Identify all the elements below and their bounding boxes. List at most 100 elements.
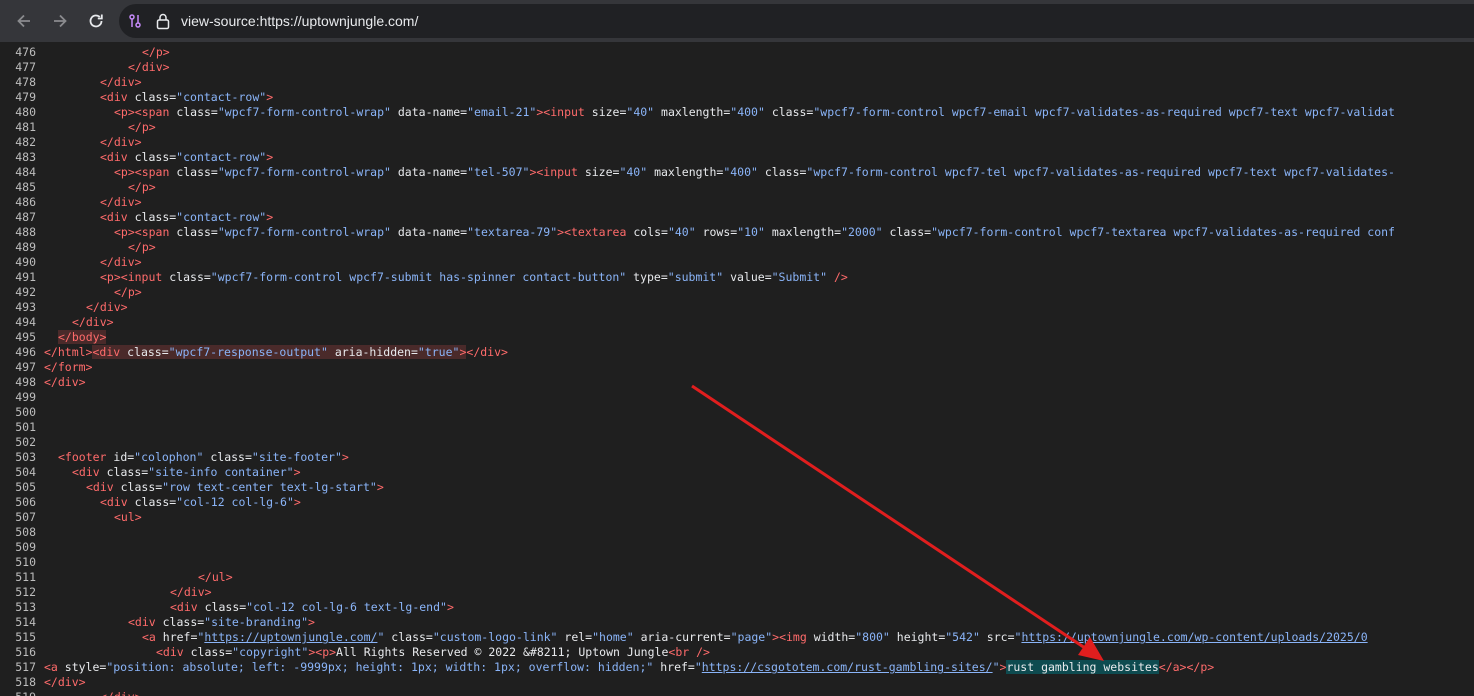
line-number: 507 (15, 510, 36, 524)
attr-value-token: "wpcf7-form-control-wrap" (217, 165, 398, 179)
code-line: <footer id="colophon" class="site-footer… (58, 450, 349, 465)
tag-token: <div (128, 615, 163, 629)
code-line: <p><span class="wpcf7-form-control-wrap"… (114, 105, 1395, 120)
address-bar[interactable]: view-source:https://uptownjungle.com/ (119, 4, 1474, 38)
attr-value-token: "position: absolute; left: -9999px; heig… (106, 660, 661, 674)
code-line: <a style="position: absolute; left: -999… (44, 660, 1214, 675)
attr-value-token: "40" (626, 105, 662, 119)
code-line: <div class="row text-center text-lg-star… (86, 480, 384, 495)
attr-name-token: data-name= (397, 165, 468, 179)
tag-token: </html> (44, 345, 93, 359)
line-number: 477 (15, 60, 36, 74)
attr-name-token: class= (106, 465, 149, 479)
browser-toolbar: view-source:https://uptownjungle.com/ (0, 0, 1474, 42)
code-line: </div> (86, 300, 128, 315)
attr-name-token: cols= (633, 225, 668, 239)
tag-token: <p><span (114, 225, 177, 239)
line-number: 514 (15, 615, 36, 629)
source-link[interactable]: https://uptownjungle.com/ (204, 630, 377, 644)
attr-value-token: "col-12 col-lg-6" (176, 495, 294, 509)
attr-name-token: maxlength= (654, 165, 724, 179)
attr-value-token: "email-21" (467, 105, 537, 119)
tag-token: </p> (114, 285, 142, 299)
code-line: </p> (142, 45, 170, 60)
attr-value-token: "site-branding" (204, 615, 309, 629)
code-line: </p> (128, 120, 156, 135)
source-link[interactable]: https://csgototem.com/rust-gambling-site… (702, 660, 993, 674)
line-number: 511 (15, 570, 36, 584)
attr-value-token: " (992, 660, 1000, 674)
attr-name-token: class= (391, 630, 433, 644)
tag-token: <div (170, 600, 205, 614)
tag-token: </div> (466, 345, 508, 359)
line-number: 485 (15, 180, 36, 194)
tag-token: > (293, 465, 301, 479)
source-code-view: 476 </p> 477 </div> 478 </div> 479 <div class="… (0, 42, 1474, 696)
attr-value-token: "true" (417, 345, 460, 359)
attr-name-token: rel= (564, 630, 593, 644)
tag-token: > (266, 210, 274, 224)
tag-token: > (308, 615, 315, 629)
code-line: </div> (44, 375, 86, 390)
code-line: </p> (114, 285, 142, 300)
attr-name-token: class= (176, 225, 218, 239)
line-number: 478 (15, 75, 36, 89)
attr-name-token: rows= (702, 225, 738, 239)
code-line: </ul> (198, 570, 233, 585)
code-line: </div> (44, 675, 86, 690)
code-line: </html><div class="wpcf7-response-output… (44, 345, 508, 360)
line-number: 487 (15, 210, 36, 224)
line-number: 518 (15, 675, 36, 689)
tag-token: </div> (170, 585, 212, 599)
attr-value-token: "wpcf7-form-control wpcf7-submit has-spi… (210, 270, 634, 284)
line-number: 481 (15, 120, 36, 134)
tag-token: </div> (100, 255, 142, 269)
tag-token: </p> (128, 180, 156, 194)
tag-token: </ul> (198, 570, 233, 584)
code-line: </div> (100, 255, 142, 270)
attr-value-token: "site-footer" (251, 450, 342, 464)
tag-token: <footer (58, 450, 114, 464)
line-number: 479 (15, 90, 36, 104)
attr-name-token: class= (190, 645, 233, 659)
tune-icon[interactable] (127, 13, 143, 29)
address-text[interactable]: view-source:https://uptownjungle.com/ (181, 13, 418, 29)
line-number: 480 (15, 105, 36, 119)
attr-value-token: "wpcf7-response-output" (168, 345, 335, 359)
code-line: </div> (72, 315, 114, 330)
tag-token: </div> (100, 195, 142, 209)
code-line: <div class="col-12 col-lg-6 text-lg-end"… (170, 600, 454, 615)
tag-token: > (293, 495, 301, 509)
line-number: 513 (15, 600, 36, 614)
tag-token: > (341, 450, 349, 464)
code-line: <p><span class="wpcf7-form-control-wrap"… (114, 165, 1395, 180)
tag-token: <p><span (114, 105, 177, 119)
attr-name-token: size= (584, 165, 620, 179)
reload-button[interactable] (82, 8, 110, 34)
attr-value-token: "textarea-79" (467, 225, 558, 239)
attr-name-token: class= (210, 450, 252, 464)
text-token: All Rights Reserved © 2022 &#8211; Uptow… (336, 645, 669, 659)
attr-name-token: class= (176, 105, 218, 119)
attr-value-token: "contact-row" (176, 90, 267, 104)
tag-token: </div> (86, 300, 128, 314)
attr-name-token: type= (633, 270, 668, 284)
forward-arrow-icon (54, 14, 67, 28)
attr-value-token: " (694, 660, 702, 674)
tag-token: </div> (44, 675, 86, 689)
attr-value-token: "wpcf7-form-control-wrap" (217, 105, 398, 119)
line-number: 496 (15, 345, 36, 359)
tag-token: <br /> (668, 645, 710, 659)
line-number: 503 (15, 450, 36, 464)
tag-token: </div> (72, 315, 114, 329)
tag-token: <div (100, 90, 135, 104)
forward-button[interactable] (46, 8, 74, 34)
attr-value-token: "wpcf7-form-control wpcf7-textarea wpcf7… (931, 225, 1395, 239)
source-link[interactable]: https://uptownjungle.com/wp-content/uplo… (1021, 630, 1367, 644)
line-number: 512 (15, 585, 36, 599)
code-line: </div> (100, 690, 142, 696)
tag-token: > (446, 600, 454, 614)
back-button[interactable] (10, 8, 38, 34)
attr-name-token: class= (204, 600, 247, 614)
code-line: </div> (128, 60, 170, 75)
